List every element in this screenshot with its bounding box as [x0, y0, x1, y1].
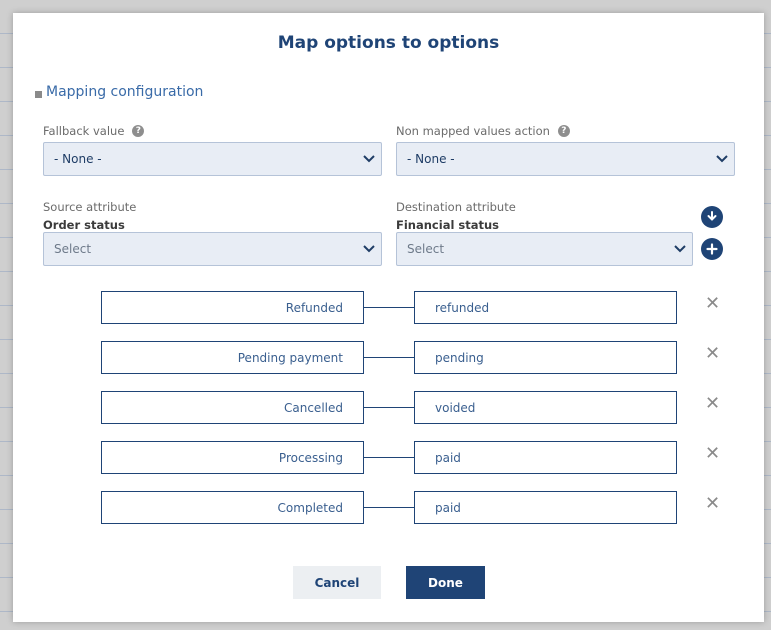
fallback-select[interactable]: - None - [43, 142, 382, 176]
mapping-row: Cancelled voided ✕ [101, 391, 761, 424]
source-attribute-name: Order status [43, 218, 125, 232]
cancel-button[interactable]: Cancel [293, 566, 381, 599]
source-select-value: Select [54, 242, 92, 256]
section-label: Mapping configuration [46, 84, 204, 100]
source-label: Source attribute [43, 200, 137, 214]
fallback-select-value: - None - [54, 152, 102, 166]
mapping-destination-value[interactable]: pending [414, 341, 677, 374]
destination-select[interactable]: Select [396, 232, 693, 266]
done-button[interactable]: Done [406, 566, 485, 599]
mapping-connector [364, 407, 414, 408]
source-select[interactable]: Select [43, 232, 382, 266]
close-icon[interactable]: ✕ [705, 445, 720, 463]
mapping-source-value[interactable]: Cancelled [101, 391, 364, 424]
non-mapped-select[interactable]: - None - [396, 142, 735, 176]
close-icon[interactable]: ✕ [705, 395, 720, 413]
chevron-down-icon [710, 143, 734, 175]
chevron-down-icon [357, 143, 381, 175]
close-icon[interactable]: ✕ [705, 295, 720, 313]
non-mapped-select-value: - None - [407, 152, 455, 166]
mapping-connector [364, 357, 414, 358]
fallback-label-row: Fallback value ? [43, 124, 145, 138]
collapse-icon [35, 90, 42, 98]
download-icon [707, 211, 717, 221]
mapping-row: Completed paid ✕ [101, 491, 761, 524]
close-icon[interactable]: ✕ [705, 495, 720, 513]
chevron-down-icon [357, 233, 381, 265]
download-button[interactable] [701, 206, 723, 228]
mapping-destination-value[interactable]: paid [414, 441, 677, 474]
dialog-title: Map options to options [277, 33, 500, 53]
close-icon[interactable]: ✕ [705, 345, 720, 363]
mapping-source-value[interactable]: Pending payment [101, 341, 364, 374]
mapping-connector [364, 457, 414, 458]
mapping-row: Pending payment pending ✕ [101, 341, 761, 374]
help-icon[interactable]: ? [132, 125, 145, 137]
mapping-destination-value[interactable]: paid [414, 491, 677, 524]
mapping-dialog: Map options to options Mapping configura… [13, 13, 764, 622]
destination-attribute-name: Financial status [396, 218, 500, 232]
fallback-label: Fallback value [43, 124, 125, 138]
plus-icon [706, 243, 718, 255]
non-mapped-label-row: Non mapped values action ? [396, 124, 570, 138]
mapping-destination-value[interactable]: refunded [414, 291, 677, 324]
mapping-source-value[interactable]: Refunded [101, 291, 364, 324]
destination-label: Destination attribute [396, 200, 516, 214]
non-mapped-label: Non mapped values action [396, 124, 550, 138]
mapping-connector [364, 307, 414, 308]
mapping-row: Refunded refunded ✕ [101, 291, 761, 324]
mapping-source-value[interactable]: Processing [101, 441, 364, 474]
add-mapping-button[interactable] [701, 238, 723, 260]
mapping-row: Processing paid ✕ [101, 441, 761, 474]
chevron-down-icon [668, 233, 692, 265]
destination-label-row: Destination attribute [396, 200, 516, 214]
mapping-connector [364, 507, 414, 508]
source-label-row: Source attribute [43, 200, 136, 214]
mapping-destination-value[interactable]: voided [414, 391, 677, 424]
mapping-source-value[interactable]: Completed [101, 491, 364, 524]
help-icon[interactable]: ? [557, 125, 570, 137]
section-heading[interactable]: Mapping configuration [35, 84, 203, 100]
destination-select-value: Select [407, 242, 445, 256]
